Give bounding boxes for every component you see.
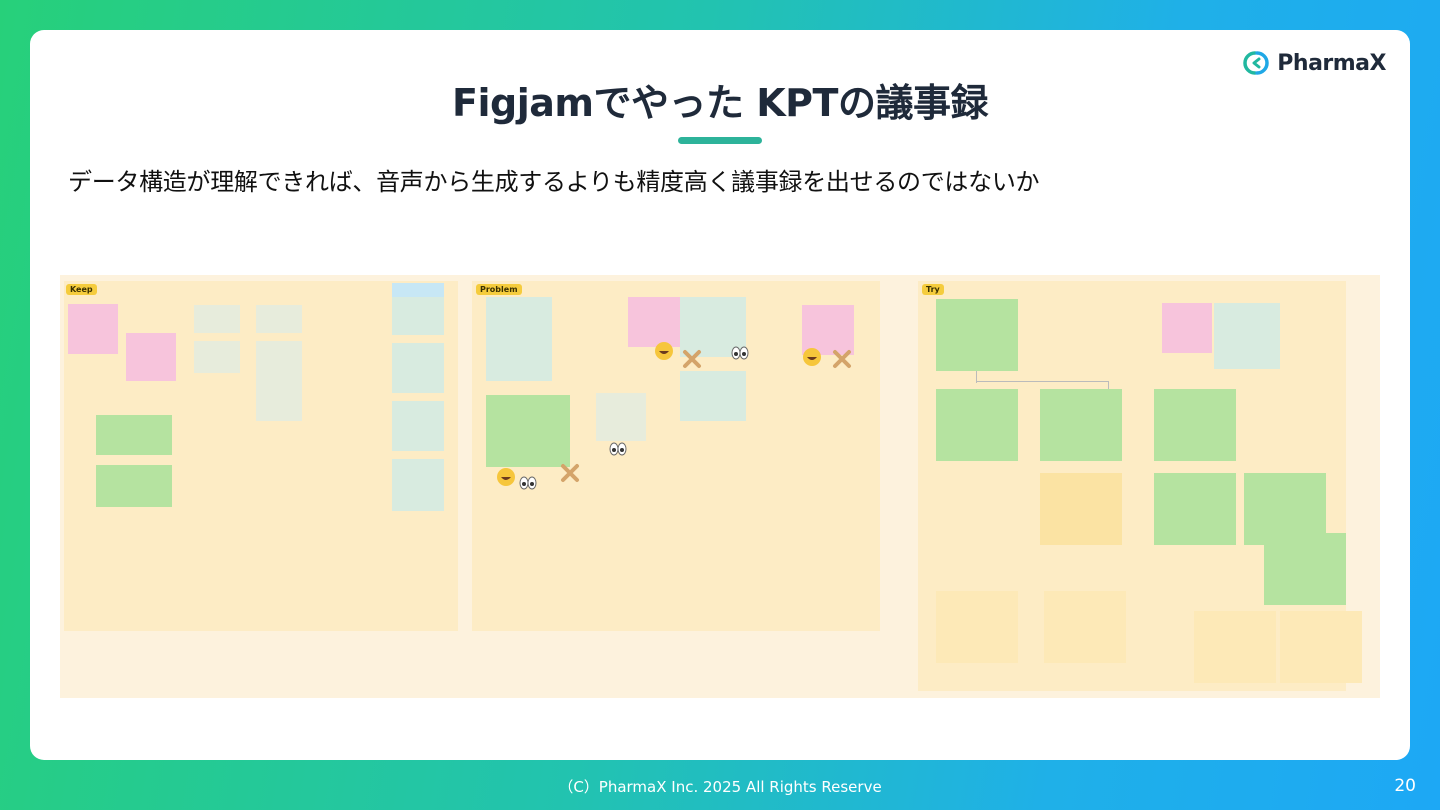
sticky-note bbox=[1154, 473, 1236, 545]
eyes-icon bbox=[731, 346, 749, 360]
sticky-note bbox=[1264, 533, 1346, 605]
x-mark-icon bbox=[833, 350, 851, 368]
try-section-label: Try bbox=[922, 284, 944, 295]
page-title: Figjamでやった KPTの議事録 bbox=[452, 81, 988, 125]
sticky-note bbox=[936, 299, 1018, 371]
connector-line bbox=[1108, 381, 1109, 389]
sticky-note bbox=[256, 341, 302, 421]
sticky-note bbox=[486, 395, 570, 467]
sticky-note bbox=[68, 304, 118, 354]
sticky-note bbox=[1044, 591, 1126, 663]
sticky-note bbox=[1280, 611, 1362, 683]
x-mark-icon bbox=[683, 350, 701, 368]
sticky-note bbox=[392, 343, 444, 393]
sticky-note bbox=[392, 283, 444, 297]
title-underline bbox=[678, 137, 762, 144]
page-subtitle: データ構造が理解できれば、音声から生成するよりも精度高く議事録を出せるのではない… bbox=[68, 168, 1040, 196]
sticky-note bbox=[596, 393, 646, 441]
laughing-emoji-icon bbox=[803, 348, 821, 366]
sticky-note bbox=[1162, 303, 1212, 353]
sticky-note bbox=[194, 305, 240, 333]
sticky-note bbox=[1040, 389, 1122, 461]
sticky-note bbox=[96, 465, 172, 507]
x-mark-icon bbox=[561, 464, 579, 482]
eyes-icon bbox=[609, 442, 627, 456]
sticky-note bbox=[486, 297, 552, 381]
sticky-note bbox=[96, 415, 172, 455]
figjam-board-image: Keep Problem Try bbox=[60, 275, 1380, 698]
sticky-note bbox=[392, 401, 444, 451]
connector-line bbox=[976, 381, 1108, 382]
copyright-footer: （C）PharmaX Inc. 2025 All Rights Reserve bbox=[558, 778, 882, 796]
problem-section-label: Problem bbox=[476, 284, 522, 295]
slide-card: PharmaX Figjamでやった KPTの議事録 データ構造が理解できれば、… bbox=[30, 30, 1410, 760]
sticky-note bbox=[936, 389, 1018, 461]
sticky-note bbox=[392, 459, 444, 511]
sticky-note bbox=[392, 297, 444, 335]
sticky-note bbox=[256, 305, 302, 333]
keep-section-label: Keep bbox=[66, 284, 97, 295]
laughing-emoji-icon bbox=[497, 468, 515, 486]
sticky-note bbox=[936, 591, 1018, 663]
sticky-note bbox=[628, 297, 680, 347]
page-number: 20 bbox=[1394, 776, 1416, 796]
sticky-note bbox=[1154, 389, 1236, 461]
sticky-note bbox=[194, 341, 240, 373]
sticky-note bbox=[680, 371, 746, 421]
sticky-note bbox=[1040, 473, 1122, 545]
laughing-emoji-icon bbox=[655, 342, 673, 360]
eyes-icon bbox=[519, 476, 537, 490]
sticky-note bbox=[126, 333, 176, 381]
sticky-note bbox=[1194, 611, 1276, 683]
sticky-note bbox=[1214, 303, 1280, 369]
